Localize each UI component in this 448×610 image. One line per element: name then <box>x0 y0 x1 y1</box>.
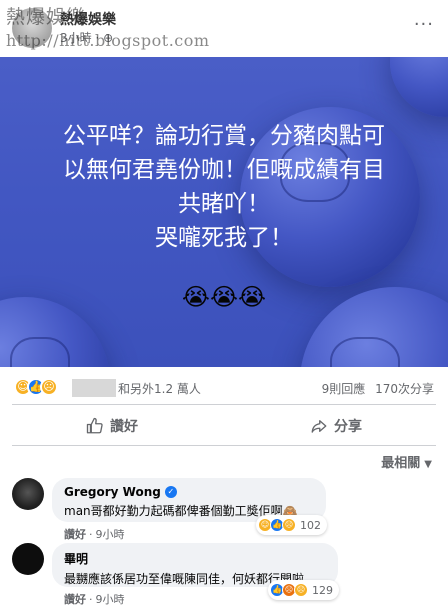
redacted-name <box>72 379 116 397</box>
more-options-icon[interactable]: ··· <box>414 14 434 35</box>
verified-badge-icon: ✓ <box>164 486 177 498</box>
commenter-avatar[interactable] <box>12 478 44 510</box>
share-button[interactable]: 分享 <box>224 407 448 445</box>
comments-count[interactable]: 9則回應 <box>322 382 366 396</box>
comment-like-link[interactable]: 讚好 <box>64 593 86 606</box>
reactors-text[interactable]: 和另外1.2 萬人 <box>118 380 201 397</box>
chevron-down-icon: ▼ <box>424 459 432 470</box>
comment-author[interactable]: Gregory Wong ✓ <box>64 485 314 499</box>
comment-time[interactable]: 9小時 <box>96 593 125 606</box>
comment-like-link[interactable]: 讚好 <box>64 528 86 541</box>
post-text-line: 共睹吖！ <box>178 191 270 217</box>
reaction-count: 102 <box>300 518 321 532</box>
post-image[interactable]: 公平咩？論功行賞，分豬肉點可 以無何君堯份咖！佢嘅成績有目 共睹吖！ 哭嚨死我了… <box>0 57 448 367</box>
sad-icon: ☹ <box>40 378 58 396</box>
comment-time[interactable]: 9小時 <box>96 528 125 541</box>
share-arrow-icon <box>311 420 327 433</box>
divider <box>12 445 436 446</box>
post-text-line: 公平咩？論功行賞，分豬肉點可 <box>63 123 385 149</box>
comment-author-name[interactable]: 畢明 <box>64 550 88 567</box>
post-text-line: 哭嚨死我了！ <box>155 225 293 251</box>
divider <box>12 404 436 405</box>
football-graphic <box>390 57 448 117</box>
page-name[interactable]: 熱爆娛樂 <box>60 9 116 29</box>
shares-count[interactable]: 170次分享 <box>375 382 434 396</box>
comment-meta: 讚好 · 9小時 <box>64 528 125 541</box>
comment-author[interactable]: 畢明 <box>64 550 326 567</box>
like-button[interactable]: 讚好 <box>0 407 224 445</box>
post-text-line: 以無何君堯份咖！佢嘅成績有目 <box>63 157 385 183</box>
crying-emojis: 😭😭😭 <box>181 283 267 311</box>
sad-icon: ☹ <box>282 518 296 532</box>
page-avatar[interactable] <box>12 8 52 48</box>
post-header: 熱爆娛樂 3小時 · ⊕ ··· <box>0 0 448 56</box>
thumbs-up-icon <box>86 417 103 434</box>
sort-label: 最相關 <box>381 456 421 471</box>
comment-reactions[interactable]: ☺ 👍 ☹ 102 <box>256 515 327 535</box>
engagement-counts: 9則回應 170次分享 <box>322 380 434 397</box>
post-text: 公平咩？論功行賞，分豬肉點可 以無何君堯份咖！佢嘅成績有目 共睹吖！ 哭嚨死我了… <box>0 119 448 255</box>
comment-reactions[interactable]: 👍 ☹ ☹ 129 <box>268 580 339 600</box>
like-label: 讚好 <box>110 419 138 435</box>
comment-sort-dropdown[interactable]: 最相關 ▼ <box>381 452 432 471</box>
share-label: 分享 <box>334 419 362 435</box>
reaction-summary: ☺ 👍 ☹ 和另外1.2 萬人 9則回應 170次分享 <box>0 372 448 404</box>
comment-author-name[interactable]: Gregory Wong <box>64 485 161 499</box>
commenter-avatar[interactable] <box>12 543 44 575</box>
reaction-count: 129 <box>312 583 333 597</box>
post-meta[interactable]: 3小時 · ⊕ <box>60 29 113 46</box>
sad-icon: ☹ <box>294 583 308 597</box>
comment-meta: 讚好 · 9小時 <box>64 593 125 606</box>
post-actions: 讚好 分享 <box>0 407 448 445</box>
